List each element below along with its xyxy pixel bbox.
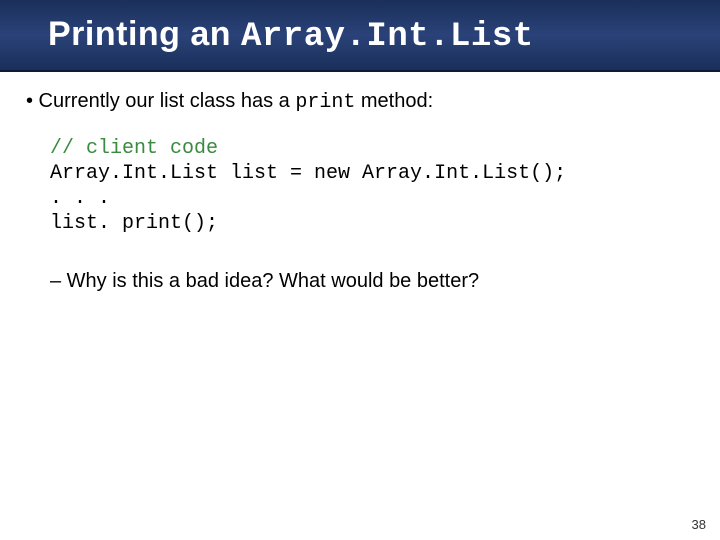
page-number: 38 — [692, 517, 706, 532]
code-line-3: list. print(); — [50, 212, 218, 235]
title-bar: Printing an Array.Int.List — [0, 0, 720, 72]
bullet-mono: print — [295, 91, 355, 114]
bullet-suffix: method: — [355, 90, 433, 112]
code-comment: // client code — [50, 137, 218, 160]
bullet-prefix: • Currently our list class has a — [26, 90, 295, 112]
sub-bullet: – Why is this a bad idea? What would be … — [20, 270, 700, 293]
slide-content: • Currently our list class has a print m… — [0, 72, 720, 293]
title-part2: Array.Int.List — [241, 18, 534, 56]
code-block: // client code Array.Int.List list = new… — [20, 136, 700, 236]
slide-title: Printing an Array.Int.List — [48, 15, 534, 56]
code-line-2: . . . — [50, 187, 110, 210]
main-bullet: • Currently our list class has a print m… — [20, 90, 700, 114]
title-part1: Printing an — [48, 15, 241, 53]
code-line-1: Array.Int.List list = new Array.Int.List… — [50, 162, 566, 185]
